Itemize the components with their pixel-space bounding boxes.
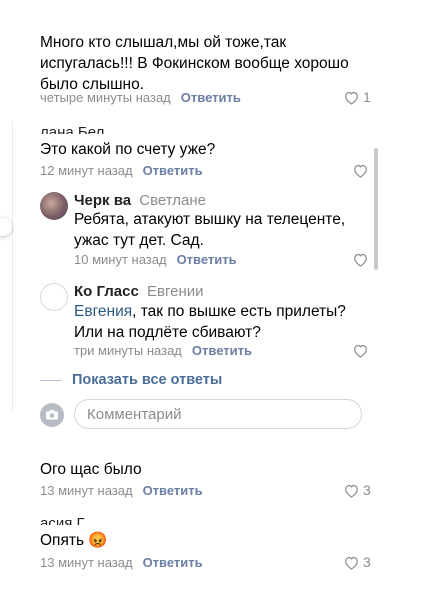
comment-text: Опять [40,532,85,549]
comment-text: Много кто слышал,мы ой тоже,так испугала… [40,34,349,93]
reply-button[interactable]: Ответить [181,90,241,105]
comment-meta: 13 минут назад Ответить [40,555,203,570]
comment-text: Евгения, так по вышке есть прилеты? Или … [74,303,346,341]
like-button[interactable] [352,252,372,267]
heart-icon [354,164,367,178]
like-button[interactable] [352,163,372,178]
show-all-replies-link[interactable]: Показать все ответы [72,372,222,388]
comment-meta: три минуты назад Ответить [74,343,252,358]
camera-button[interactable] [40,403,64,427]
like-count: 3 [363,554,371,570]
avatar[interactable] [40,192,68,220]
comment-text: Это какой по счету уже? [40,141,216,158]
like-button[interactable]: 1 [343,89,371,105]
heart-icon [354,253,367,267]
comment-time: 10 минут назад [74,252,167,267]
reply-button[interactable]: Ответить [143,483,203,498]
comment-meta: 12 минут назад Ответить [40,163,203,178]
angry-face-icon: 😡 [88,532,108,549]
like-button[interactable]: 3 [343,554,371,570]
comment-author[interactable]: асия Г [40,515,85,525]
reply-button[interactable]: Ответить [143,555,203,570]
like-count: 3 [363,482,371,498]
like-count: 1 [363,89,371,105]
comment-time: 13 минут назад [40,483,133,498]
scrollbar[interactable] [374,148,378,270]
comment-author-row: Ко Гласс Евгении [74,283,203,300]
avatar[interactable] [40,283,68,311]
like-button[interactable]: 3 [343,482,371,498]
comment-author[interactable]: Черк ва [74,192,131,209]
comment-author-partial [40,6,220,16]
heart-icon [345,484,358,498]
comment-time: 13 минут назад [40,555,133,570]
reply-to: Светлане [139,192,207,209]
reply-button[interactable]: Ответить [177,252,237,267]
comment-text-row: Опять 😡 [40,530,108,551]
reply-button[interactable]: Ответить [192,343,252,358]
comment-meta: 10 минут назад Ответить [74,252,237,267]
heart-icon [345,91,358,105]
comment-meta: 13 минут назад Ответить [40,483,203,498]
comment-time: четыре минуты назад [40,90,171,105]
comment-author[interactable]: Ко Гласс [74,283,139,300]
side-card-edge [0,122,13,412]
show-replies-line [40,380,62,381]
reply-to: Евгении [146,283,204,300]
heart-icon [345,556,358,570]
comment-time: 12 минут назад [40,163,133,178]
comment-author-row: Черк ва Светлане [74,192,206,209]
mention-link[interactable]: Евгения [74,303,132,320]
like-button[interactable] [352,343,372,358]
comment-input[interactable]: Комментарий [74,399,362,429]
comment-meta: четыре минуты назад Ответить [40,90,241,105]
comment-text: Ого щас было [40,461,142,478]
comment-text: Ребята, атакуют вышку на телеценте, ужас… [74,211,346,249]
reply-button[interactable]: Ответить [143,163,203,178]
heart-icon [354,344,367,358]
camera-icon [46,410,58,420]
comment-author[interactable]: лана Бел [40,124,104,134]
comment-time: три минуты назад [74,343,182,358]
comment-input-placeholder: Комментарий [87,405,182,423]
